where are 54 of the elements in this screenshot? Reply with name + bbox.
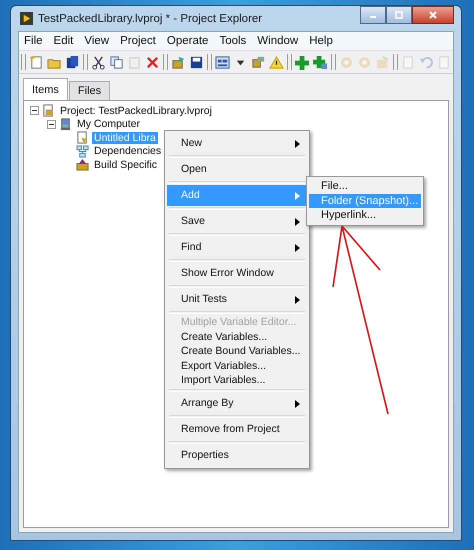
tab[interactable]: Files xyxy=(68,81,110,100)
save-icon[interactable] xyxy=(189,54,204,70)
menu-item[interactable]: Project xyxy=(120,35,156,47)
build-icon xyxy=(76,158,89,172)
project-icon xyxy=(42,104,55,118)
app-icon xyxy=(20,12,33,25)
menu-item[interactable]: New xyxy=(167,133,307,154)
tree-item[interactable]: Dependencies xyxy=(92,145,164,158)
menu-item[interactable]: Operate xyxy=(166,35,208,47)
menu-item[interactable]: Save xyxy=(167,211,307,232)
maximize-button[interactable] xyxy=(386,6,412,24)
properties-icon[interactable] xyxy=(251,54,266,70)
close-button[interactable] xyxy=(412,6,454,24)
new-icon[interactable] xyxy=(29,54,44,70)
menu-item[interactable]: Window xyxy=(257,35,298,47)
tab[interactable]: Items xyxy=(23,78,68,100)
copy-icon[interactable] xyxy=(109,54,124,70)
menu-item[interactable]: Find xyxy=(167,237,307,258)
collapse-toggle[interactable] xyxy=(30,106,39,116)
collapse-toggle[interactable] xyxy=(47,120,56,129)
add-icon[interactable] xyxy=(295,54,310,70)
menu-item[interactable]: File... xyxy=(309,179,421,194)
library-icon xyxy=(76,131,89,144)
tree-item[interactable]: Build Specific xyxy=(92,158,160,171)
view-icon[interactable] xyxy=(215,54,230,70)
menu-item[interactable]: View xyxy=(84,35,110,47)
dependencies-icon xyxy=(76,144,89,158)
menu-item[interactable]: Import Variables... xyxy=(167,373,307,388)
menu-item[interactable]: Unit Tests xyxy=(167,289,307,310)
add-back-icon[interactable] xyxy=(313,54,328,70)
window-title: TestPackedLibrary.lvproj * - Project Explorer xyxy=(38,12,264,24)
minimize-button[interactable] xyxy=(360,6,386,24)
computer-icon xyxy=(59,118,72,131)
menu-item[interactable]: Open xyxy=(167,159,307,180)
save-all-icon[interactable] xyxy=(65,54,80,70)
delete-icon[interactable] xyxy=(145,54,160,70)
menu-item[interactable]: File xyxy=(24,35,43,47)
cut-icon[interactable] xyxy=(91,54,106,70)
close-icon xyxy=(428,10,438,20)
menu-item[interactable]: Show Error Window xyxy=(167,263,307,284)
menu-item[interactable]: Create Variables... xyxy=(167,330,307,344)
menu-item[interactable]: Arrange By xyxy=(167,392,307,414)
menu-item[interactable]: Export Variables... xyxy=(167,358,307,374)
tree-item[interactable]: My Computer xyxy=(75,118,142,130)
menu-item[interactable]: Remove from Project xyxy=(167,418,307,440)
menu-item[interactable]: Properties xyxy=(167,444,307,466)
build-icon[interactable] xyxy=(171,54,186,70)
menu-item[interactable]: Edit xyxy=(54,35,74,47)
menu-item[interactable]: Hyperlink... xyxy=(309,208,421,222)
menu-item[interactable]: Tools xyxy=(219,35,246,47)
tree-item[interactable]: Project: TestPackedLibrary.lvproj xyxy=(58,104,214,117)
menu-item[interactable]: Help xyxy=(309,35,333,47)
menu-item[interactable]: Create Bound Variables... xyxy=(167,344,307,359)
maximize-icon xyxy=(394,10,404,20)
